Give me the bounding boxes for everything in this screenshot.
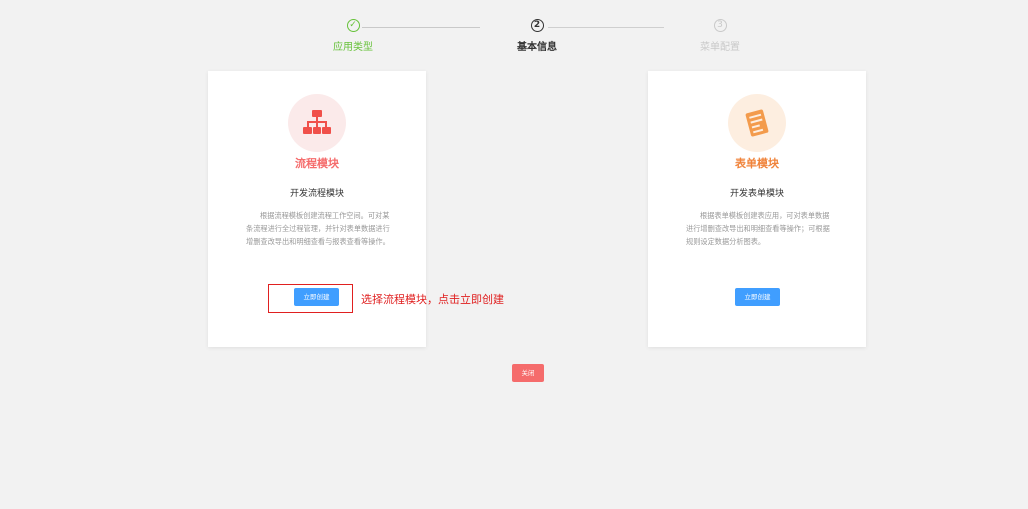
step-number: 3: [713, 19, 727, 32]
step-label: 应用类型: [333, 42, 373, 53]
org-chart-icon: [288, 94, 346, 152]
step-label: 基本信息: [517, 42, 557, 53]
create-form-button[interactable]: 立即创建: [735, 288, 780, 306]
step-basic-info: 2 基本信息: [477, 19, 597, 53]
step-app-type: ✓ 应用类型: [293, 19, 413, 53]
card-title: 表单模块: [735, 157, 779, 170]
card-title: 流程模块: [295, 157, 339, 170]
step-label: 菜单配置: [700, 42, 740, 53]
card-subtitle: 开发表单模块: [729, 189, 784, 199]
annotation-text: 选择流程模块，点击立即创建: [361, 293, 504, 306]
card-description: 根据流程模板创建流程工作空间。可对某条流程进行全过程管理，并针对表单数据进行增删…: [246, 211, 390, 246]
close-button[interactable]: 关闭: [512, 364, 544, 382]
form-module-card: 表单模块 开发表单模块 根据表单模板创建表应用，可对表单数据进行增删查改导出和明…: [648, 71, 866, 347]
annotation-highlight-box: [268, 284, 353, 313]
step-number: 2: [530, 19, 544, 32]
card-description: 根据表单模板创建表应用，可对表单数据进行增删查改导出和明细查看等操作；可根据规则…: [686, 211, 830, 246]
form-document-icon: [728, 94, 786, 152]
step-menu-config: 3 菜单配置: [660, 19, 780, 53]
card-subtitle: 开发流程模块: [289, 189, 344, 199]
check-icon: ✓: [346, 19, 360, 32]
steps-bar: ✓ 应用类型 2 基本信息 3 菜单配置: [300, 19, 760, 59]
